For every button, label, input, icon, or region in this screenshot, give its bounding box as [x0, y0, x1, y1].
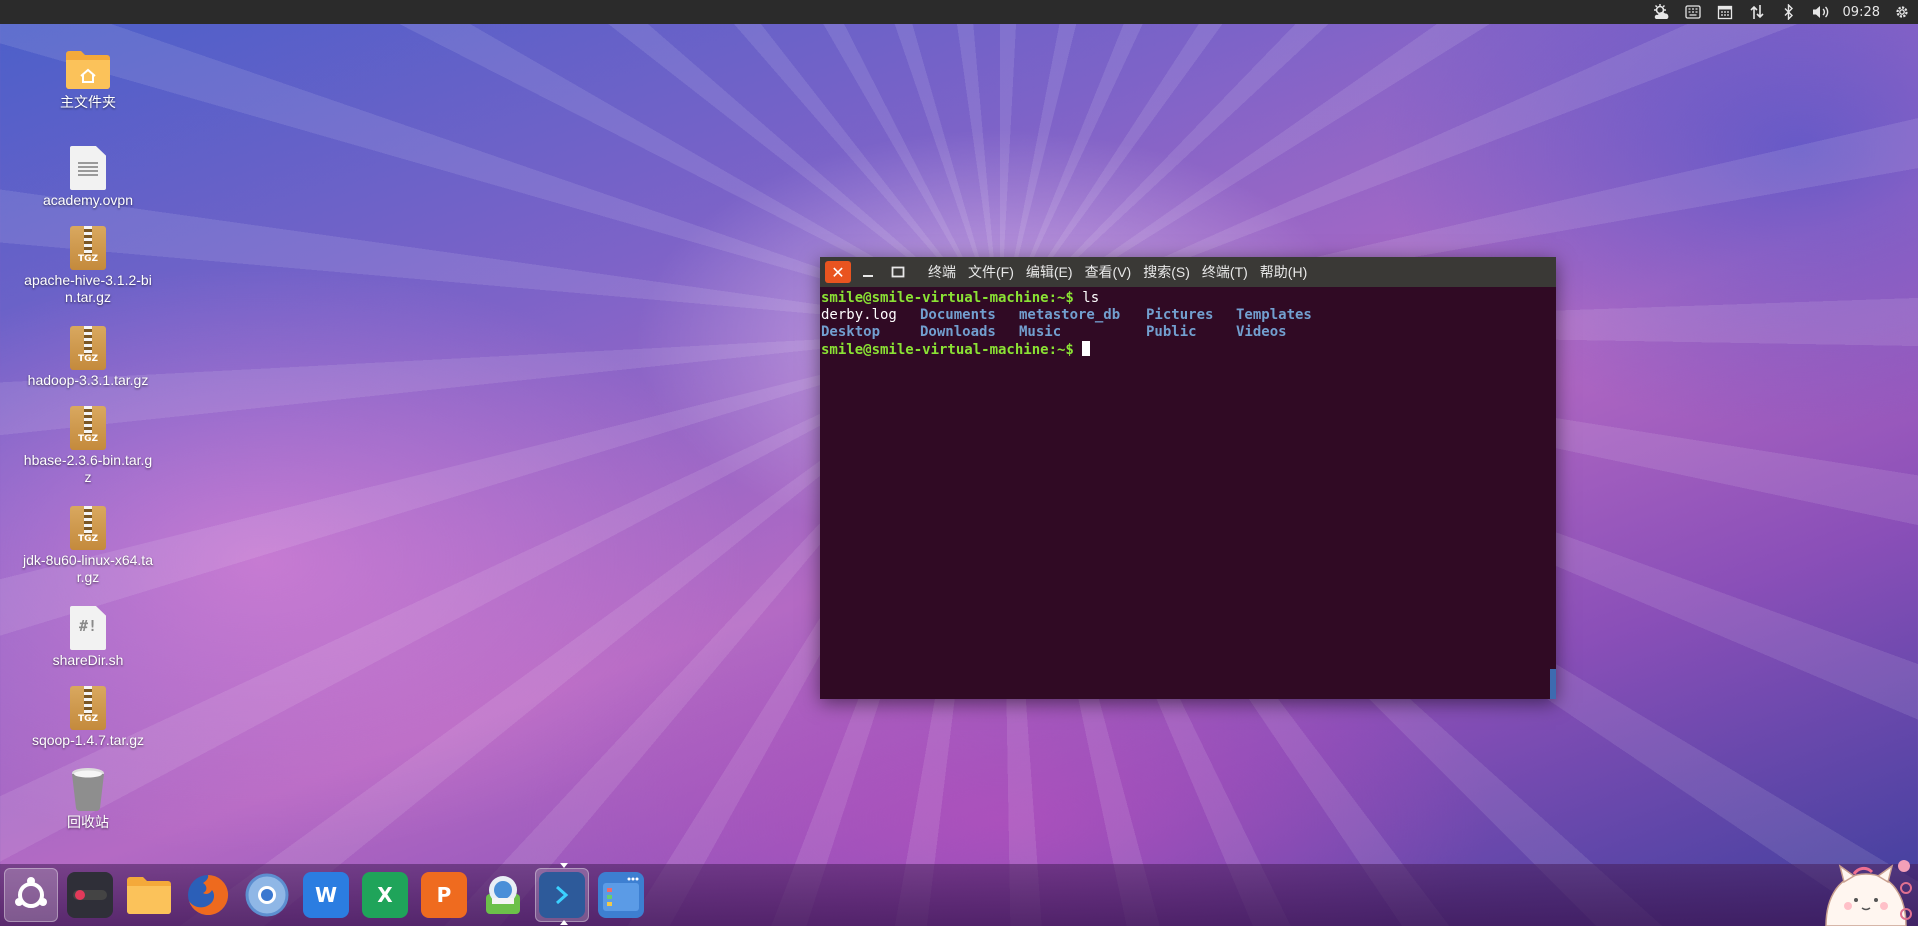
desktop-icon-label: sqoop-1.4.7.tar.gz: [31, 732, 145, 748]
dock: W X P: [0, 863, 1918, 926]
minimize-icon: [863, 275, 873, 277]
tgz-archive-icon: TGZ: [70, 226, 106, 270]
desktop-icon-label: jdk-8u60-linux-x64.tar.gz: [23, 552, 153, 585]
desktop-icon-label: 回收站: [67, 814, 109, 830]
software-center-icon: [480, 872, 526, 918]
dock-item-wps-spreadsheet[interactable]: X: [358, 868, 412, 922]
top-panel: 09:28: [0, 0, 1918, 24]
active-indicator: [560, 920, 568, 925]
bluetooth-icon[interactable]: [1779, 4, 1799, 20]
maximize-icon: [891, 266, 905, 278]
mascot-cat-icon: [1825, 860, 1912, 926]
terminal-prompt: smile@smile-virtual-machine:~$: [821, 290, 1074, 306]
calendar-icon[interactable]: [1715, 4, 1735, 20]
ls-entry-dir: Desktop: [821, 324, 881, 340]
tgz-archive-icon: TGZ: [70, 506, 106, 550]
script-icon: #!: [70, 606, 106, 650]
desktop-icon-sqoop[interactable]: TGZ sqoop-1.4.7.tar.gz: [23, 686, 153, 749]
clock[interactable]: 09:28: [1843, 5, 1880, 20]
tgz-archive-icon: TGZ: [70, 686, 106, 730]
menu-view[interactable]: 查看(V): [1084, 260, 1133, 284]
dock-item-browser[interactable]: [240, 868, 294, 922]
desktop-icon-label: academy.ovpn: [42, 192, 133, 208]
dock-item-start-menu[interactable]: [4, 868, 58, 922]
weather-icon[interactable]: [1651, 4, 1671, 20]
wps-presentation-icon: P: [421, 872, 467, 918]
home-folder-icon: [66, 51, 110, 89]
scrollbar[interactable]: [1550, 669, 1556, 699]
desktop-icon-label: hbase-2.3.6-bin.tar.gz: [23, 452, 153, 485]
desktop-icon-sharedir-sh[interactable]: #! shareDir.sh: [23, 606, 153, 669]
workspace-switcher-icon: [598, 872, 644, 918]
close-button[interactable]: ✕: [825, 261, 851, 283]
minimize-button[interactable]: [855, 261, 881, 283]
ls-entry-file: derby.log: [821, 307, 897, 323]
keyboard-icon[interactable]: [1683, 4, 1703, 20]
wps-writer-icon: W: [303, 872, 349, 918]
ls-entry-dir: metastore_db: [1019, 307, 1121, 323]
desktop-icon-label: hadoop-3.3.1.tar.gz: [27, 372, 149, 388]
ls-entry-dir: Templates: [1236, 307, 1312, 323]
terminal-prompt: smile@smile-virtual-machine:~$: [821, 342, 1074, 358]
terminal-titlebar[interactable]: ✕ 终端 文件(F) 编辑(E) 查看(V) 搜索(S) 终端(T) 帮助(H): [820, 257, 1556, 287]
menu-terminal-title[interactable]: 终端: [927, 260, 957, 284]
browser-icon: [244, 872, 290, 918]
firefox-icon: [185, 872, 231, 918]
terminal-prompt-icon: [539, 872, 585, 918]
running-indicator: [560, 863, 568, 868]
dock-item-wps-writer[interactable]: W: [299, 868, 353, 922]
ls-entry-dir: Public: [1146, 324, 1197, 340]
ls-entry-dir: Music: [1019, 324, 1062, 340]
ubuntu-kylin-logo-icon: [15, 877, 47, 908]
terminal-line: derby.log Documents metastore_db Pictures Te…: [821, 307, 1555, 324]
dock-item-workspace-switcher[interactable]: [594, 868, 648, 922]
dock-item-toggle-app[interactable]: [63, 868, 117, 922]
dock-item-software-center[interactable]: [476, 868, 530, 922]
maximize-button[interactable]: [885, 261, 911, 283]
ls-entry-dir: Pictures: [1146, 307, 1214, 323]
volume-icon[interactable]: [1811, 4, 1831, 20]
terminal-line: smile@smile-virtual-machine:~$: [821, 341, 1555, 358]
document-icon: [70, 146, 106, 190]
dock-item-terminal[interactable]: [535, 863, 589, 925]
dock-item-wps-presentation[interactable]: P: [417, 868, 471, 922]
terminal-command: ls: [1073, 290, 1100, 306]
ls-entry-dir: Videos: [1236, 324, 1287, 340]
desktop-icon-label: apache-hive-3.1.2-bin.tar.gz: [24, 272, 152, 305]
desktop-icon-hbase[interactable]: TGZ hbase-2.3.6-bin.tar.gz: [23, 406, 153, 486]
desktop-icon-label: shareDir.sh: [52, 652, 124, 668]
text-cursor: [1082, 341, 1091, 356]
menu-edit[interactable]: 编辑(E): [1025, 260, 1074, 284]
desktop-icon-academy-ovpn[interactable]: academy.ovpn: [23, 146, 153, 209]
terminal-output[interactable]: smile@smile-virtual-machine:~$ ls derby.…: [820, 287, 1556, 699]
network-icon[interactable]: [1747, 4, 1767, 20]
tgz-archive-icon: TGZ: [70, 406, 106, 450]
toggle-app-icon: [67, 872, 113, 918]
menu-file[interactable]: 文件(F): [967, 260, 1015, 284]
ls-entry-dir: Downloads: [920, 324, 996, 340]
settings-gear-icon[interactable]: [1892, 4, 1912, 20]
wps-spreadsheet-icon: X: [362, 872, 408, 918]
terminal-menubar: 终端 文件(F) 编辑(E) 查看(V) 搜索(S) 终端(T) 帮助(H): [927, 260, 1308, 284]
menu-search[interactable]: 搜索(S): [1142, 260, 1191, 284]
dock-item-file-manager[interactable]: [122, 868, 176, 922]
trash-icon: [72, 768, 104, 812]
terminal-line: Desktop Downloads Music Public Videos: [821, 324, 1555, 341]
ls-entry-dir: Documents: [920, 307, 996, 323]
terminal-window[interactable]: ✕ 终端 文件(F) 编辑(E) 查看(V) 搜索(S) 终端(T) 帮助(H)…: [820, 257, 1556, 699]
folder-icon: [126, 872, 172, 918]
desktop-icon-trash[interactable]: 回收站: [23, 766, 153, 831]
close-icon: ✕: [831, 262, 845, 282]
menu-help[interactable]: 帮助(H): [1259, 260, 1308, 284]
tgz-archive-icon: TGZ: [70, 326, 106, 370]
desktop-icon-label: 主文件夹: [60, 94, 116, 110]
desktop-icon-hadoop[interactable]: TGZ hadoop-3.3.1.tar.gz: [23, 326, 153, 389]
desktop-icon-home-folder[interactable]: 主文件夹: [23, 46, 153, 111]
menu-terminal[interactable]: 终端(T): [1201, 260, 1249, 284]
dock-item-firefox[interactable]: [181, 868, 235, 922]
desktop-icon-jdk[interactable]: TGZ jdk-8u60-linux-x64.tar.gz: [23, 506, 153, 586]
desktop-icon-apache-hive[interactable]: TGZ apache-hive-3.1.2-bin.tar.gz: [23, 226, 153, 306]
terminal-line: smile@smile-virtual-machine:~$ ls: [821, 290, 1555, 307]
desktop-mascot[interactable]: [1818, 838, 1914, 926]
